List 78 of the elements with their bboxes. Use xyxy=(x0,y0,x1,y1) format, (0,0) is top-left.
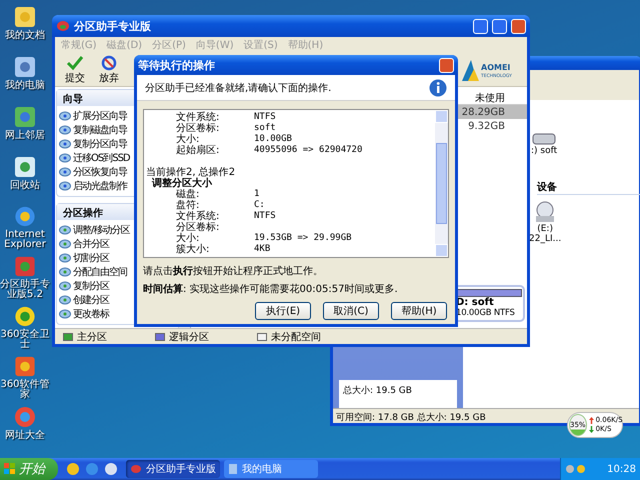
field-label: 大小: xyxy=(175,233,200,244)
desktop-icon[interactable]: 分区助手专业版5.2 xyxy=(0,254,50,300)
field-label: 簇大小: xyxy=(175,244,210,255)
scrollbar[interactable] xyxy=(435,110,448,257)
quick-launch-icon[interactable] xyxy=(104,462,118,476)
legend-label: 逻辑分区 xyxy=(169,330,209,344)
sidebar-item[interactable]: 分配自由空间 xyxy=(57,265,127,279)
close-button[interactable] xyxy=(511,18,526,34)
legend-label: 未分配空间 xyxy=(271,330,321,344)
desktop-icon[interactable]: 360软件管家 xyxy=(0,354,50,400)
sidebar-item[interactable]: 迁移OS到SSD xyxy=(57,151,130,165)
window-title: 分区助手专业版 xyxy=(74,18,152,34)
column-header[interactable]: 未使用 xyxy=(475,91,505,104)
sidebar-item[interactable]: 分区恢复向导 xyxy=(57,165,127,179)
status-text: 当前操作2, 总操作2 xyxy=(146,167,236,178)
checkmark-icon xyxy=(66,54,84,70)
instruction-text: 请点击执行按钮开始让程序正式地工作。 xyxy=(142,264,324,279)
up-arrow-icon xyxy=(588,417,594,424)
dialog-button[interactable]: 执行(E) xyxy=(255,302,311,320)
field-value: 40955096 => 62904720 xyxy=(254,145,362,156)
desktop-icon[interactable]: Internet Explorer xyxy=(0,204,50,250)
legend-label: 主分区 xyxy=(77,330,107,344)
toolbar-button[interactable]: 提交 xyxy=(65,54,85,84)
sidebar-item[interactable]: 复制分区向导 xyxy=(57,137,127,151)
toolbar-button[interactable]: 放弃 xyxy=(99,54,119,84)
field-label: 盘符: xyxy=(175,200,200,211)
sidebar-item[interactable]: 创建分区 xyxy=(57,293,109,307)
taskbar-button[interactable]: 分区助手专业版 xyxy=(126,460,220,478)
field-label: 大小: xyxy=(175,134,200,145)
desktop-icon[interactable]: 我的文档 xyxy=(0,4,50,50)
close-button[interactable] xyxy=(439,58,454,72)
field-value: NTFS xyxy=(254,211,276,222)
field-label: 分区卷标: xyxy=(175,123,220,134)
desktop-icon[interactable]: 我的电脑 xyxy=(0,54,50,100)
desktop-icon[interactable]: 回收站 xyxy=(0,154,50,200)
dialog-title: 等待执行的操作 xyxy=(138,58,216,72)
field-value: 1 xyxy=(254,189,260,200)
quick-launch-icon[interactable] xyxy=(66,462,80,476)
field-value: 19.53GB => 29.99GB xyxy=(254,233,352,244)
field-value: NTFS xyxy=(254,112,276,123)
drive-label[interactable]: :) soft xyxy=(531,146,558,156)
details-text: 总大小: 19.5 GB xyxy=(343,386,412,396)
field-label: 文件系统: xyxy=(175,112,220,123)
sidebar-item[interactable]: 更改卷标 xyxy=(57,307,109,321)
dialog-button[interactable]: 取消(C) xyxy=(323,302,379,320)
field-label: 分区卷标: xyxy=(175,222,220,233)
drive-letter[interactable]: (E:) xyxy=(537,224,553,234)
sidebar-item[interactable]: 扩展分区向导 xyxy=(57,109,127,123)
estimate-text: 时间估算: 实现这些操作可能需要花00:05:57时间或更多. xyxy=(142,282,399,297)
field-value: soft xyxy=(254,123,276,134)
drive-label[interactable]: 22_LI... xyxy=(529,234,562,244)
windows-logo xyxy=(4,463,16,475)
sidebar-item[interactable]: 切割分区 xyxy=(57,251,109,265)
field-label: 磁盘: xyxy=(175,189,200,200)
info-icon xyxy=(429,78,447,96)
field-label: 文件系统: xyxy=(175,211,220,222)
sidebar-item[interactable]: 复制分区 xyxy=(57,279,109,293)
desktop-icon[interactable]: 网址大全 xyxy=(0,404,50,450)
section-heading: 设备 xyxy=(537,180,640,195)
maximize-button[interactable] xyxy=(492,18,507,34)
app-icon xyxy=(130,464,142,474)
down-arrow-icon xyxy=(588,426,594,433)
minimize-button[interactable] xyxy=(473,18,488,34)
clock: 10:28 xyxy=(607,464,636,474)
field-value: C: xyxy=(254,200,265,211)
operation-heading: 调整分区大小 xyxy=(150,178,212,189)
taskbar-button[interactable]: 我的电脑 xyxy=(224,460,318,478)
sidebar-item[interactable]: 复制磁盘向导 xyxy=(57,123,127,137)
app-icon xyxy=(56,20,70,32)
field-value: 4KB xyxy=(254,244,270,255)
sidebar-item[interactable]: 启动光盘制作 xyxy=(57,179,127,193)
field-label: 起始扇区: xyxy=(175,145,220,156)
desktop-icon[interactable]: 网上邻居 xyxy=(0,104,50,150)
dialog-button[interactable]: 帮助(H) xyxy=(391,302,447,320)
sidebar-item[interactable]: 合并分区 xyxy=(57,237,109,251)
desktop-icon[interactable]: 360安全卫士 xyxy=(0,304,50,350)
sidebar-item[interactable]: 调整/移动分区 xyxy=(57,223,130,237)
field-value: 10.00GB xyxy=(254,134,292,145)
